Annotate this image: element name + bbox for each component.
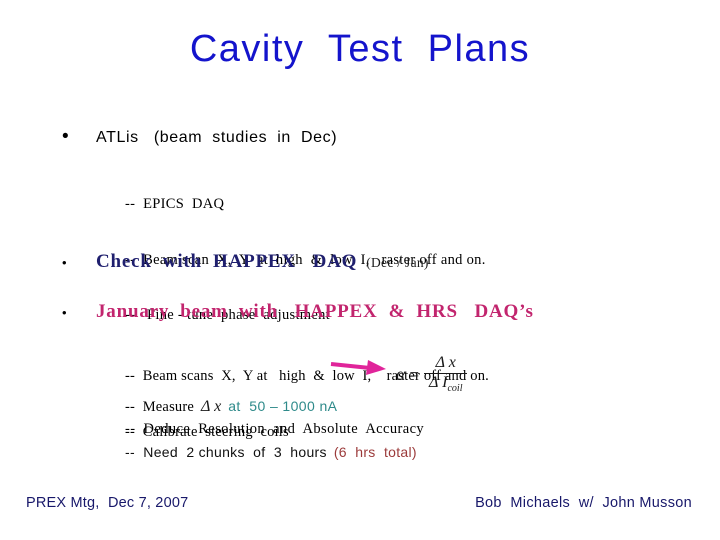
sublist-item: -- EPICS DAQ <box>125 196 225 212</box>
bullet-marker-icon: • <box>62 126 69 147</box>
slide-canvas: Cavity Test Plans • ATLis (beam studies … <box>0 0 720 540</box>
calibration-formula: α = Δ x Δ Icoil <box>396 354 468 395</box>
bullet-label-atlis: ATLis (beam studies in Dec) <box>96 129 338 146</box>
formula-denominator-main: Δ I <box>429 373 448 391</box>
need-total-note: (6 hrs total) <box>333 444 417 460</box>
formula-equals: = <box>409 364 420 384</box>
deduce-line: -- Deduce Resolution and Absolute Accura… <box>125 421 425 437</box>
footer-meeting-info: PREX Mtg, Dec 7, 2007 <box>26 495 189 511</box>
bullet-marker-icon: • <box>62 255 67 270</box>
arrow-icon <box>330 360 386 375</box>
bullet-marker-icon: • <box>62 305 67 320</box>
bullet-label-check-happex: Check with HAPPEX DAQ <box>96 251 358 272</box>
measure-prefix: -- Measure <box>125 399 195 415</box>
formula-numerator: Δ x <box>435 354 456 371</box>
bullet-item-check-happex: • Check with HAPPEX DAQ (Dec / Jan) <box>62 251 429 273</box>
page-title: Cavity Test Plans <box>189 28 531 70</box>
formula-alpha: α <box>396 364 406 385</box>
bullet-item-january-beam: • January beam with HAPPEX & HRS DAQ’s <box>62 301 534 323</box>
need-line: -- Need 2 chunks of 3 hours (6 hrs total… <box>125 444 417 460</box>
formula-denominator-subscript: coil <box>447 382 463 394</box>
measure-delta-symbol: Δ x <box>201 398 222 415</box>
formula-fraction: Δ x Δ Icoil <box>424 354 468 395</box>
footer-authors: Bob Michaels w/ John Musson <box>475 495 692 511</box>
bullet-item-atlis: • ATLis (beam studies in Dec) <box>62 127 337 147</box>
need-text: -- Need 2 chunks of 3 hours <box>125 444 327 460</box>
bullet-annotation-dec-jan: (Dec / Jan) <box>366 255 429 270</box>
bullet-label-january-beam: January beam with HAPPEX & HRS DAQ’s <box>96 301 534 322</box>
formula-denominator: Δ Icoil <box>424 374 467 395</box>
measure-line: -- Measure Δ x at 50 – 1000 nA <box>125 398 337 416</box>
measure-range: at 50 – 1000 nA <box>228 398 338 414</box>
